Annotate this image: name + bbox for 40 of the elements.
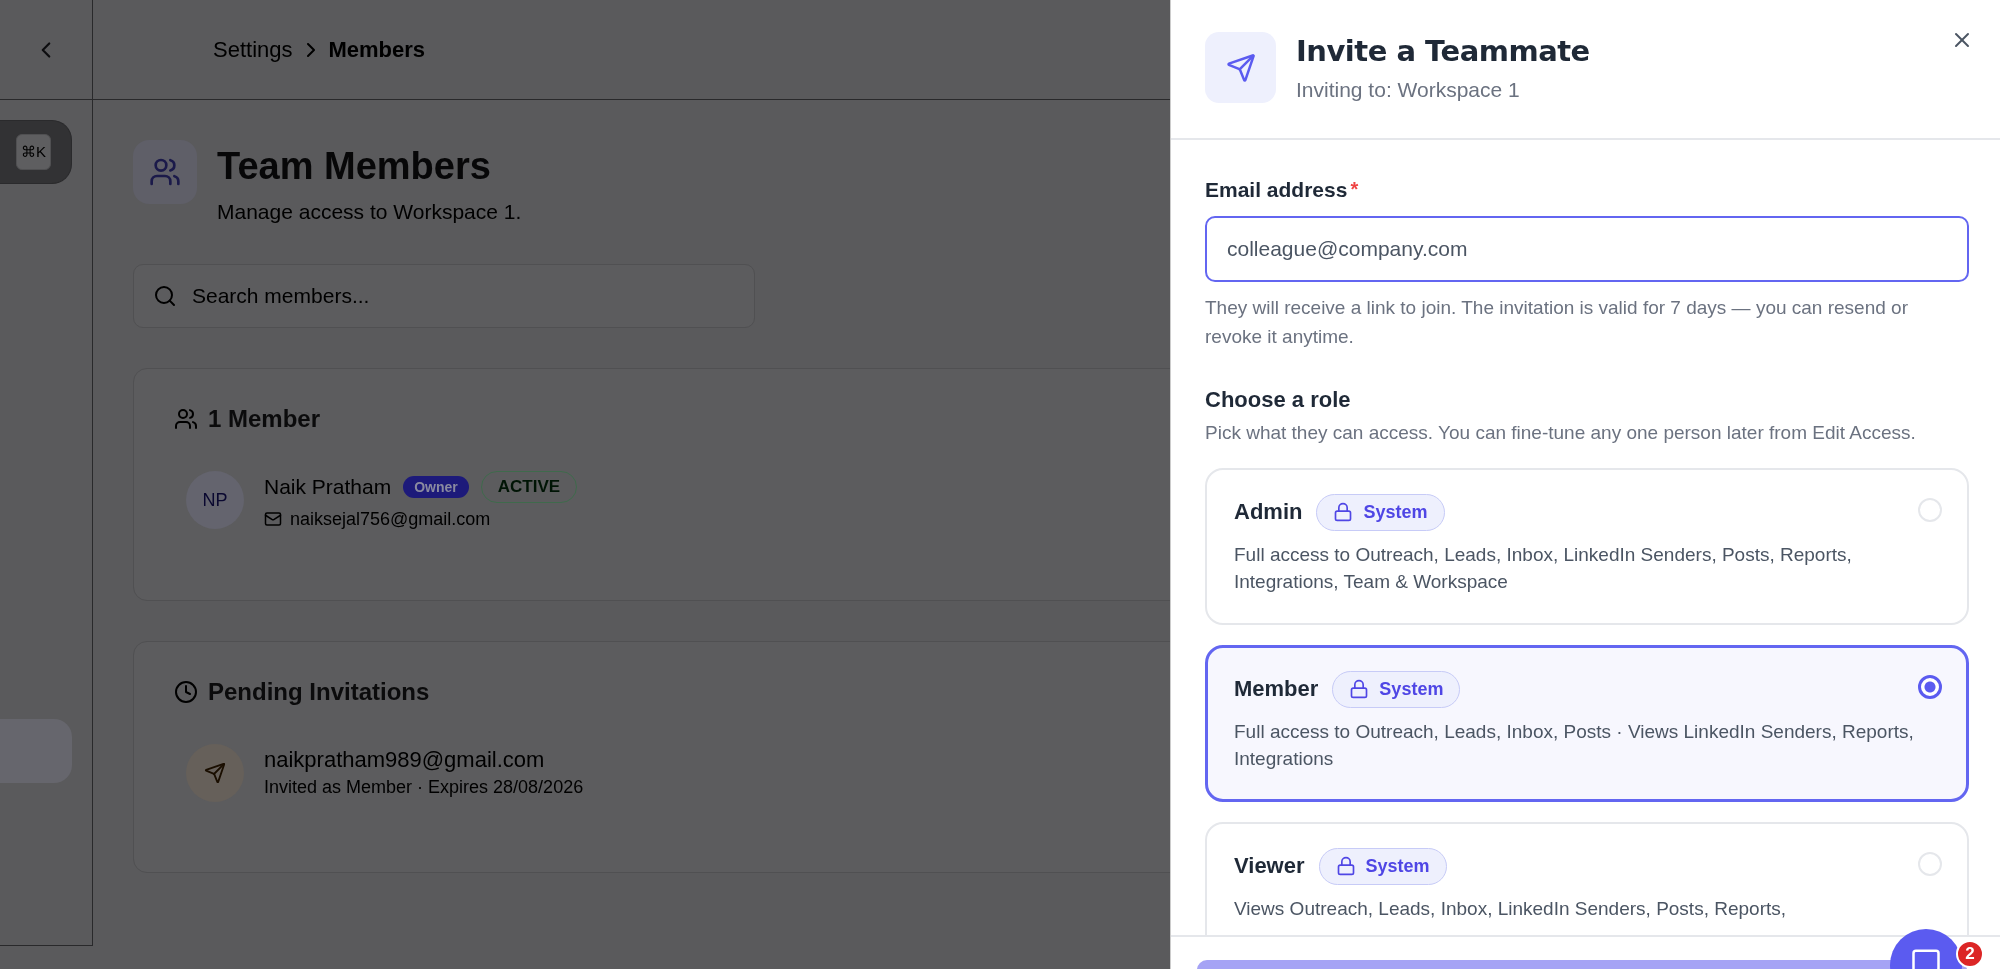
- role-name: Admin: [1234, 499, 1303, 525]
- member-email: naiksejal756@gmail.com: [290, 508, 491, 530]
- role-option[interactable]: Member System Full access to Outreach, Leads, Inbox, Posts · Views LinkedIn Senders, Reports, Integrations: [1205, 644, 1969, 802]
- users-icon: [174, 406, 198, 431]
- send-icon: [1205, 32, 1276, 103]
- system-badge: System: [1318, 847, 1447, 885]
- role-option[interactable]: Viewer System Views Outreach, Leads, Inbox, LinkedIn Senders, Posts, Reports,: [1205, 821, 1969, 935]
- page-subtitle: Manage access to Workspace 1.: [217, 199, 522, 224]
- search-icon: [153, 283, 177, 308]
- role-name: Member: [1234, 676, 1319, 703]
- section-hint: Pick what they can access. You can fine-tune any one person later from Edit Access.: [1205, 421, 1917, 445]
- system-badge: System: [1316, 493, 1445, 531]
- system-badge: System: [1332, 670, 1461, 708]
- panel-subtitle: Inviting to: Workspace 1: [1296, 78, 1521, 102]
- section-heading: Choose a role: [1205, 387, 1352, 413]
- search-field[interactable]: Search members...: [133, 263, 755, 328]
- invite-email: naikpratham989@gmail.com: [264, 747, 546, 774]
- role-option[interactable]: Admin System Full access to Outreach, Leads, Inbox, LinkedIn Senders, Posts, Reports, Integrations, Team & Workspace: [1205, 467, 1969, 625]
- section-heading: 1 Member: [208, 404, 321, 433]
- chevron-right-icon: [306, 42, 315, 57]
- avatar: NP: [186, 471, 244, 530]
- email-input[interactable]: colleague@company.com: [1205, 216, 1969, 282]
- section-heading: Pending Invitations: [208, 677, 430, 706]
- mail-icon: [264, 510, 282, 529]
- field-label: Email address: [1205, 178, 1348, 202]
- role-description: Full access to Outreach, Leads, Inbox, Posts · Views LinkedIn Senders, Reports, Integrations: [1234, 719, 1915, 772]
- panel-title: Invite a Teammate: [1296, 34, 1590, 68]
- role-description: Full access to Outreach, Leads, Inbox, LinkedIn Senders, Posts, Reports, Integrations, Team & Workspace: [1234, 542, 1853, 595]
- shortcut-key: ⌘K: [16, 134, 51, 170]
- radio-button[interactable]: [1918, 674, 1942, 699]
- clock-icon: [174, 679, 198, 704]
- users-icon: [133, 140, 197, 204]
- member-name: Naik Pratham: [264, 474, 392, 499]
- role-description: Views Outreach, Leads, Inbox, LinkedIn Senders, Posts, Reports,: [1234, 896, 1787, 921]
- required-mark: *: [1350, 178, 1359, 202]
- invite-details: Invited as Member · Expires 28/08/2026: [264, 777, 584, 799]
- page-title: Team Members: [217, 146, 492, 188]
- role-badge: Owner: [403, 475, 469, 498]
- field-hint: They will receive a link to join. The invitation is valid for 7 days — you can resend or revoke it anytime.: [1205, 296, 1909, 349]
- role-name: Viewer: [1234, 853, 1305, 880]
